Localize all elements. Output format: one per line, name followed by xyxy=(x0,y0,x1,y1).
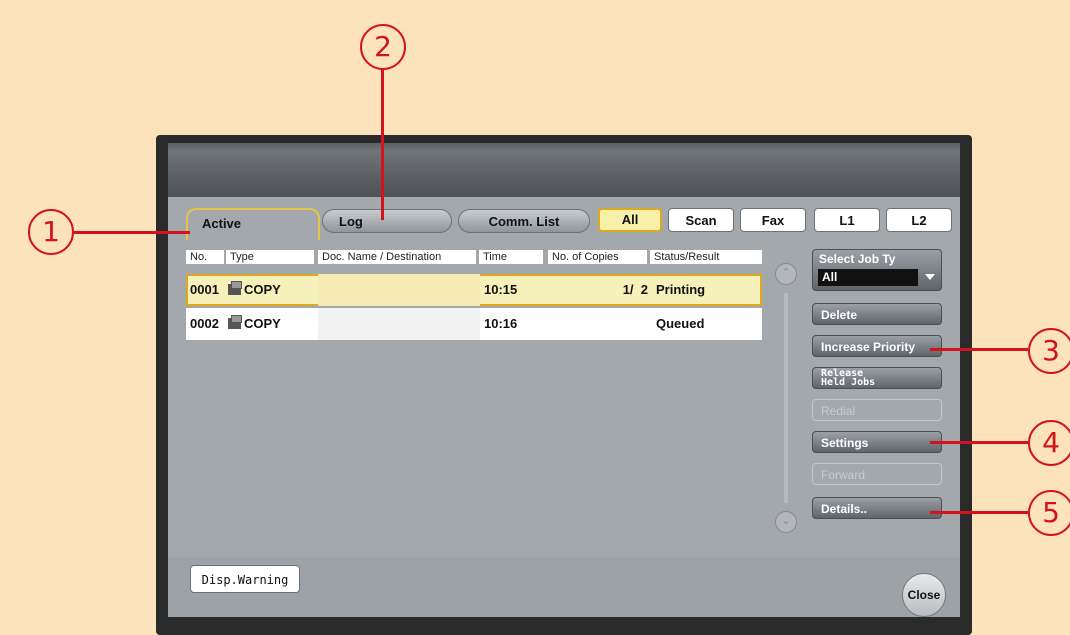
callout-4: 4 xyxy=(1028,420,1070,466)
details-button[interactable]: Details.. xyxy=(812,497,942,519)
copy-job-icon xyxy=(228,315,242,329)
filter-l1[interactable]: L1 xyxy=(814,208,880,232)
cell-copies: 1/ 2 xyxy=(622,282,648,297)
cell-copies xyxy=(552,308,652,340)
select-job-type-label: Select Job Ty xyxy=(819,252,896,266)
filter-fax[interactable]: Fax xyxy=(740,208,806,232)
callout-5: 5 xyxy=(1028,490,1070,536)
cell-time: 10:15 xyxy=(484,282,518,297)
scroll-up-icon[interactable]: ⌃ xyxy=(775,263,797,285)
tab-comm-list[interactable]: Comm. List xyxy=(458,209,590,233)
cell-type: COPY xyxy=(226,308,320,340)
delete-button[interactable]: Delete xyxy=(812,303,942,325)
scroll-track[interactable] xyxy=(784,293,788,503)
col-header-no: No. xyxy=(186,250,224,264)
forward-button[interactable]: Forward xyxy=(812,463,942,485)
cell-type-label: COPY xyxy=(244,316,281,331)
col-header-type: Type xyxy=(226,250,314,264)
disp-warning-button[interactable]: Disp.Warning xyxy=(190,565,300,593)
col-header-copies: No. of Copies xyxy=(548,250,647,264)
cell-doc-name xyxy=(318,308,480,340)
callout-3-leader xyxy=(930,348,1028,351)
tab-log[interactable]: Log xyxy=(322,209,452,233)
header-band xyxy=(168,143,960,197)
callout-1-leader xyxy=(72,231,190,234)
redial-button[interactable]: Redial xyxy=(812,399,942,421)
cell-status: Printing xyxy=(656,282,706,297)
filter-scan[interactable]: Scan xyxy=(668,208,734,232)
copy-job-icon xyxy=(228,281,242,295)
release-held-jobs-button[interactable]: Release Held Jobs xyxy=(812,367,942,389)
col-header-status: Status/Result xyxy=(650,250,762,264)
callout-2-leader xyxy=(381,68,384,220)
filter-l2[interactable]: L2 xyxy=(886,208,952,232)
callout-5-leader xyxy=(930,511,1028,514)
cell-type: COPY xyxy=(226,274,320,306)
col-header-doc-name: Doc. Name / Destination xyxy=(318,250,476,264)
close-button[interactable]: Close xyxy=(902,573,946,617)
callout-1: 1 xyxy=(28,209,74,255)
select-job-type-value: All xyxy=(818,269,918,286)
table-row-0001[interactable]: 0001 COPY 10:15 1/ 2 Printing xyxy=(186,274,762,306)
settings-button[interactable]: Settings xyxy=(812,431,942,453)
scroll-down-icon[interactable]: ⌄ xyxy=(775,511,797,533)
filter-all[interactable]: All xyxy=(598,208,662,232)
table-row-0002[interactable]: 0002 COPY 10:16 Queued xyxy=(186,308,762,340)
tab-active[interactable]: Active xyxy=(186,208,320,240)
select-job-type-dropdown[interactable]: Select Job Ty All xyxy=(812,249,942,291)
increase-priority-button[interactable]: Increase Priority xyxy=(812,335,942,357)
cell-time: 10:16 xyxy=(484,316,518,331)
col-header-time: Time xyxy=(479,250,543,264)
cell-doc-name xyxy=(318,274,480,306)
cell-status: Queued xyxy=(656,316,705,331)
callout-2: 2 xyxy=(360,24,406,70)
table-scrollbar[interactable]: ⌃ ⌄ xyxy=(775,263,797,533)
touch-screen: Active Log Comm. List All Scan Fax L1 L2… xyxy=(168,143,960,617)
cell-no: 0001 xyxy=(190,282,219,297)
job-table: No. Type Doc. Name / Destination Time No… xyxy=(182,240,772,558)
cell-no: 0002 xyxy=(190,316,219,331)
cell-type-label: COPY xyxy=(244,282,281,297)
callout-3: 3 xyxy=(1028,328,1070,374)
release-held-jobs-label-2: Held Jobs xyxy=(821,377,876,388)
chevron-down-icon xyxy=(925,274,935,280)
callout-4-leader xyxy=(930,441,1028,444)
